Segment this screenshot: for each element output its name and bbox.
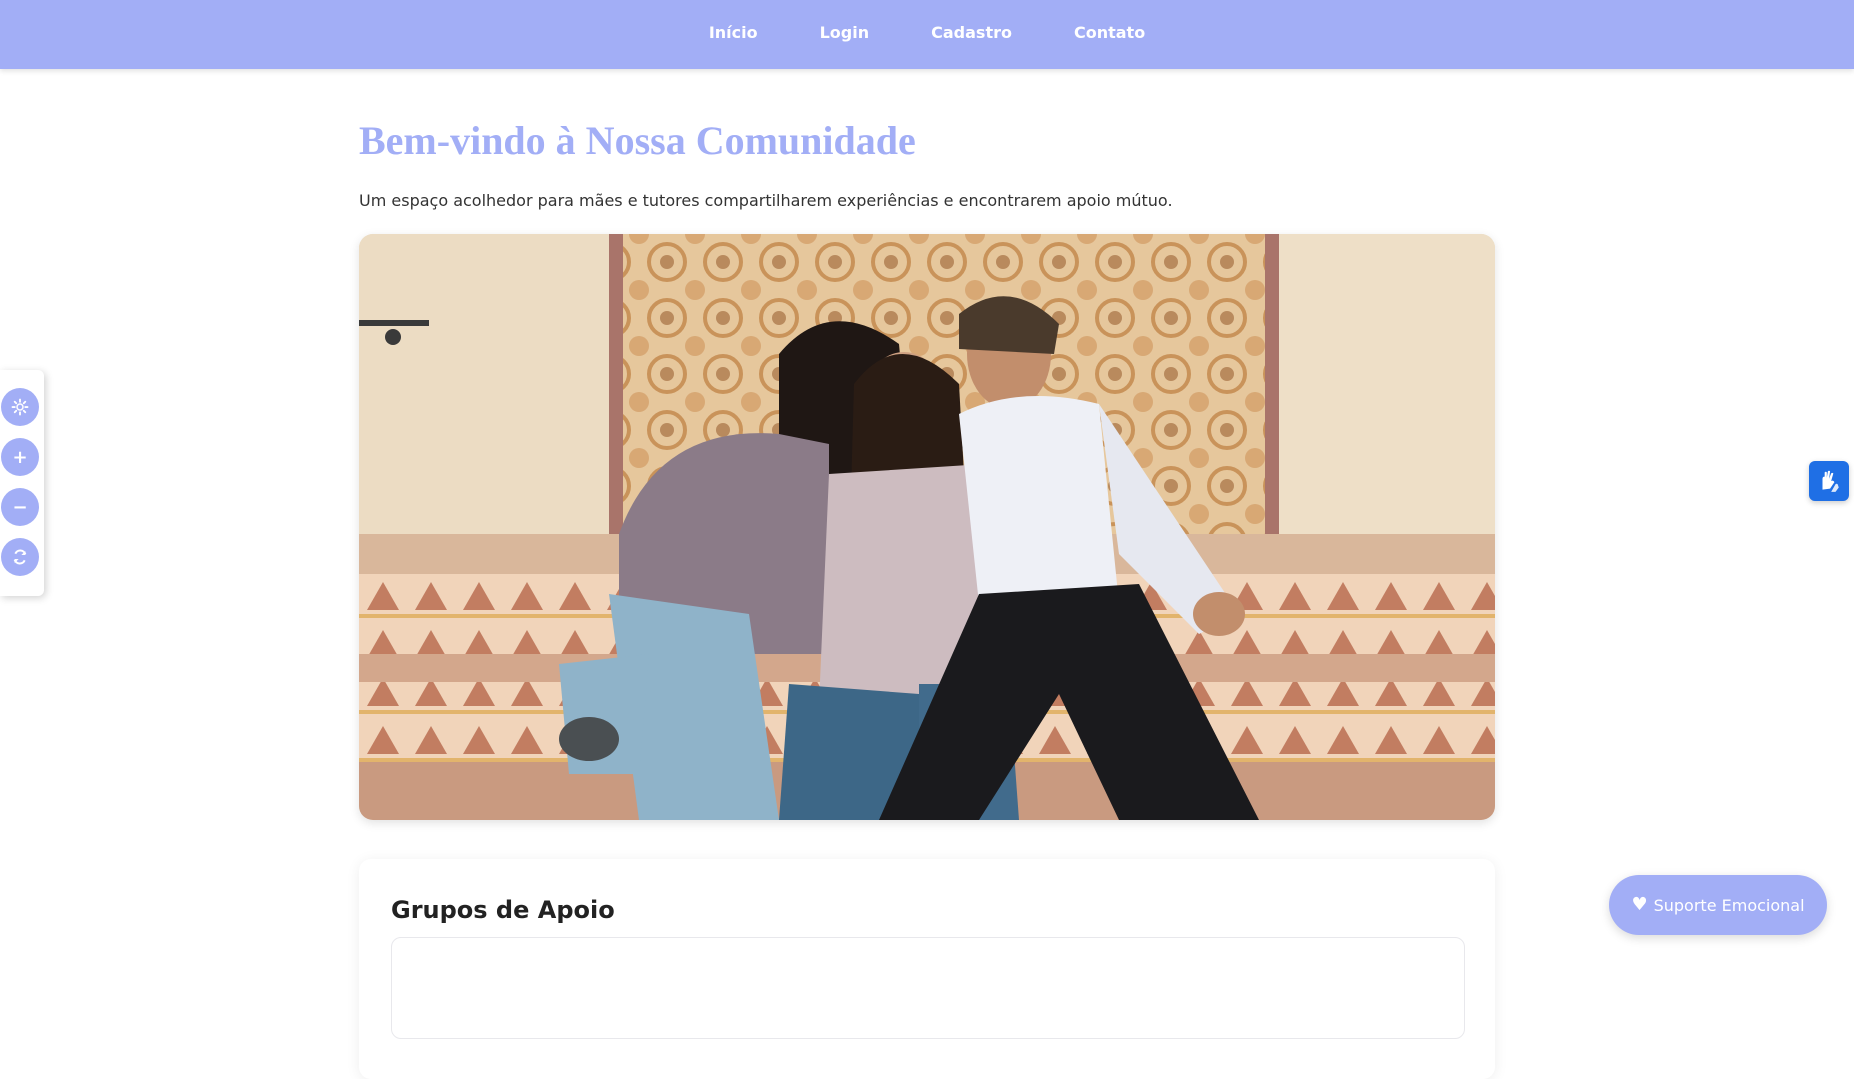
- hero-image: [359, 234, 1495, 820]
- intro-text: Um espaço acolhedor para mães e tutores …: [359, 191, 1173, 210]
- heart-icon: ♥: [1631, 894, 1648, 915]
- nav-link-login[interactable]: Login: [789, 0, 901, 67]
- minus-icon[interactable]: −: [1, 488, 39, 526]
- section-title: Grupos de Apoio: [391, 896, 615, 924]
- nav-link-inicio[interactable]: Início: [678, 0, 789, 67]
- support-groups-section: Grupos de Apoio: [359, 859, 1495, 1079]
- top-navigation: Início Login Cadastro Contato: [0, 0, 1854, 69]
- plus-icon[interactable]: +: [1, 438, 39, 476]
- nav-link-contato[interactable]: Contato: [1043, 0, 1176, 67]
- accessibility-panel: + −: [0, 370, 44, 596]
- emotional-support-button[interactable]: ♥ Suporte Emocional: [1609, 875, 1827, 935]
- page-title: Bem-vindo à Nossa Comunidade: [359, 118, 916, 163]
- nav-link-cadastro[interactable]: Cadastro: [900, 0, 1043, 67]
- support-group-item: [391, 937, 1465, 1039]
- refresh-icon[interactable]: [1, 538, 39, 576]
- emotional-support-label: Suporte Emocional: [1653, 895, 1805, 915]
- gear-icon[interactable]: [1, 388, 39, 426]
- sign-language-icon[interactable]: [1809, 461, 1849, 501]
- nav-list: Início Login Cadastro Contato: [678, 0, 1176, 69]
